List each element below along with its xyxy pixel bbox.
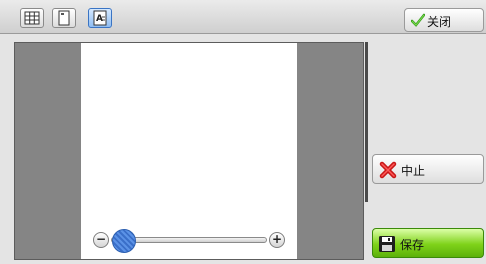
- close-button[interactable]: 关闭: [404, 8, 484, 32]
- grid-view-button[interactable]: [20, 8, 44, 28]
- save-label: 保存: [400, 238, 425, 252]
- zoom-in-button[interactable]: +: [269, 232, 285, 248]
- stop-button[interactable]: 中止: [372, 154, 484, 184]
- grid-view-icon: [24, 11, 40, 25]
- zoom-slider-thumb[interactable]: [112, 229, 136, 253]
- svg-text:A: A: [96, 14, 103, 24]
- text-page-view-button[interactable]: A: [88, 8, 112, 28]
- checkmark-icon: [410, 13, 426, 30]
- stop-label: 中止: [401, 164, 426, 178]
- panel-divider: [365, 42, 368, 202]
- preview-page: [81, 43, 297, 259]
- save-button[interactable]: 保存: [372, 228, 484, 258]
- close-label: 关闭: [427, 15, 452, 29]
- floppy-disk-icon: [378, 235, 396, 256]
- red-x-icon: [379, 161, 397, 182]
- zoom-out-button[interactable]: −: [93, 232, 109, 248]
- toolbar: A 关闭: [0, 0, 486, 34]
- page-view-button[interactable]: [52, 8, 76, 28]
- preview-area[interactable]: [14, 42, 364, 260]
- page-view-icon: [58, 10, 70, 26]
- zoom-slider[interactable]: − +: [93, 229, 285, 253]
- text-page-view-icon: A: [93, 10, 107, 26]
